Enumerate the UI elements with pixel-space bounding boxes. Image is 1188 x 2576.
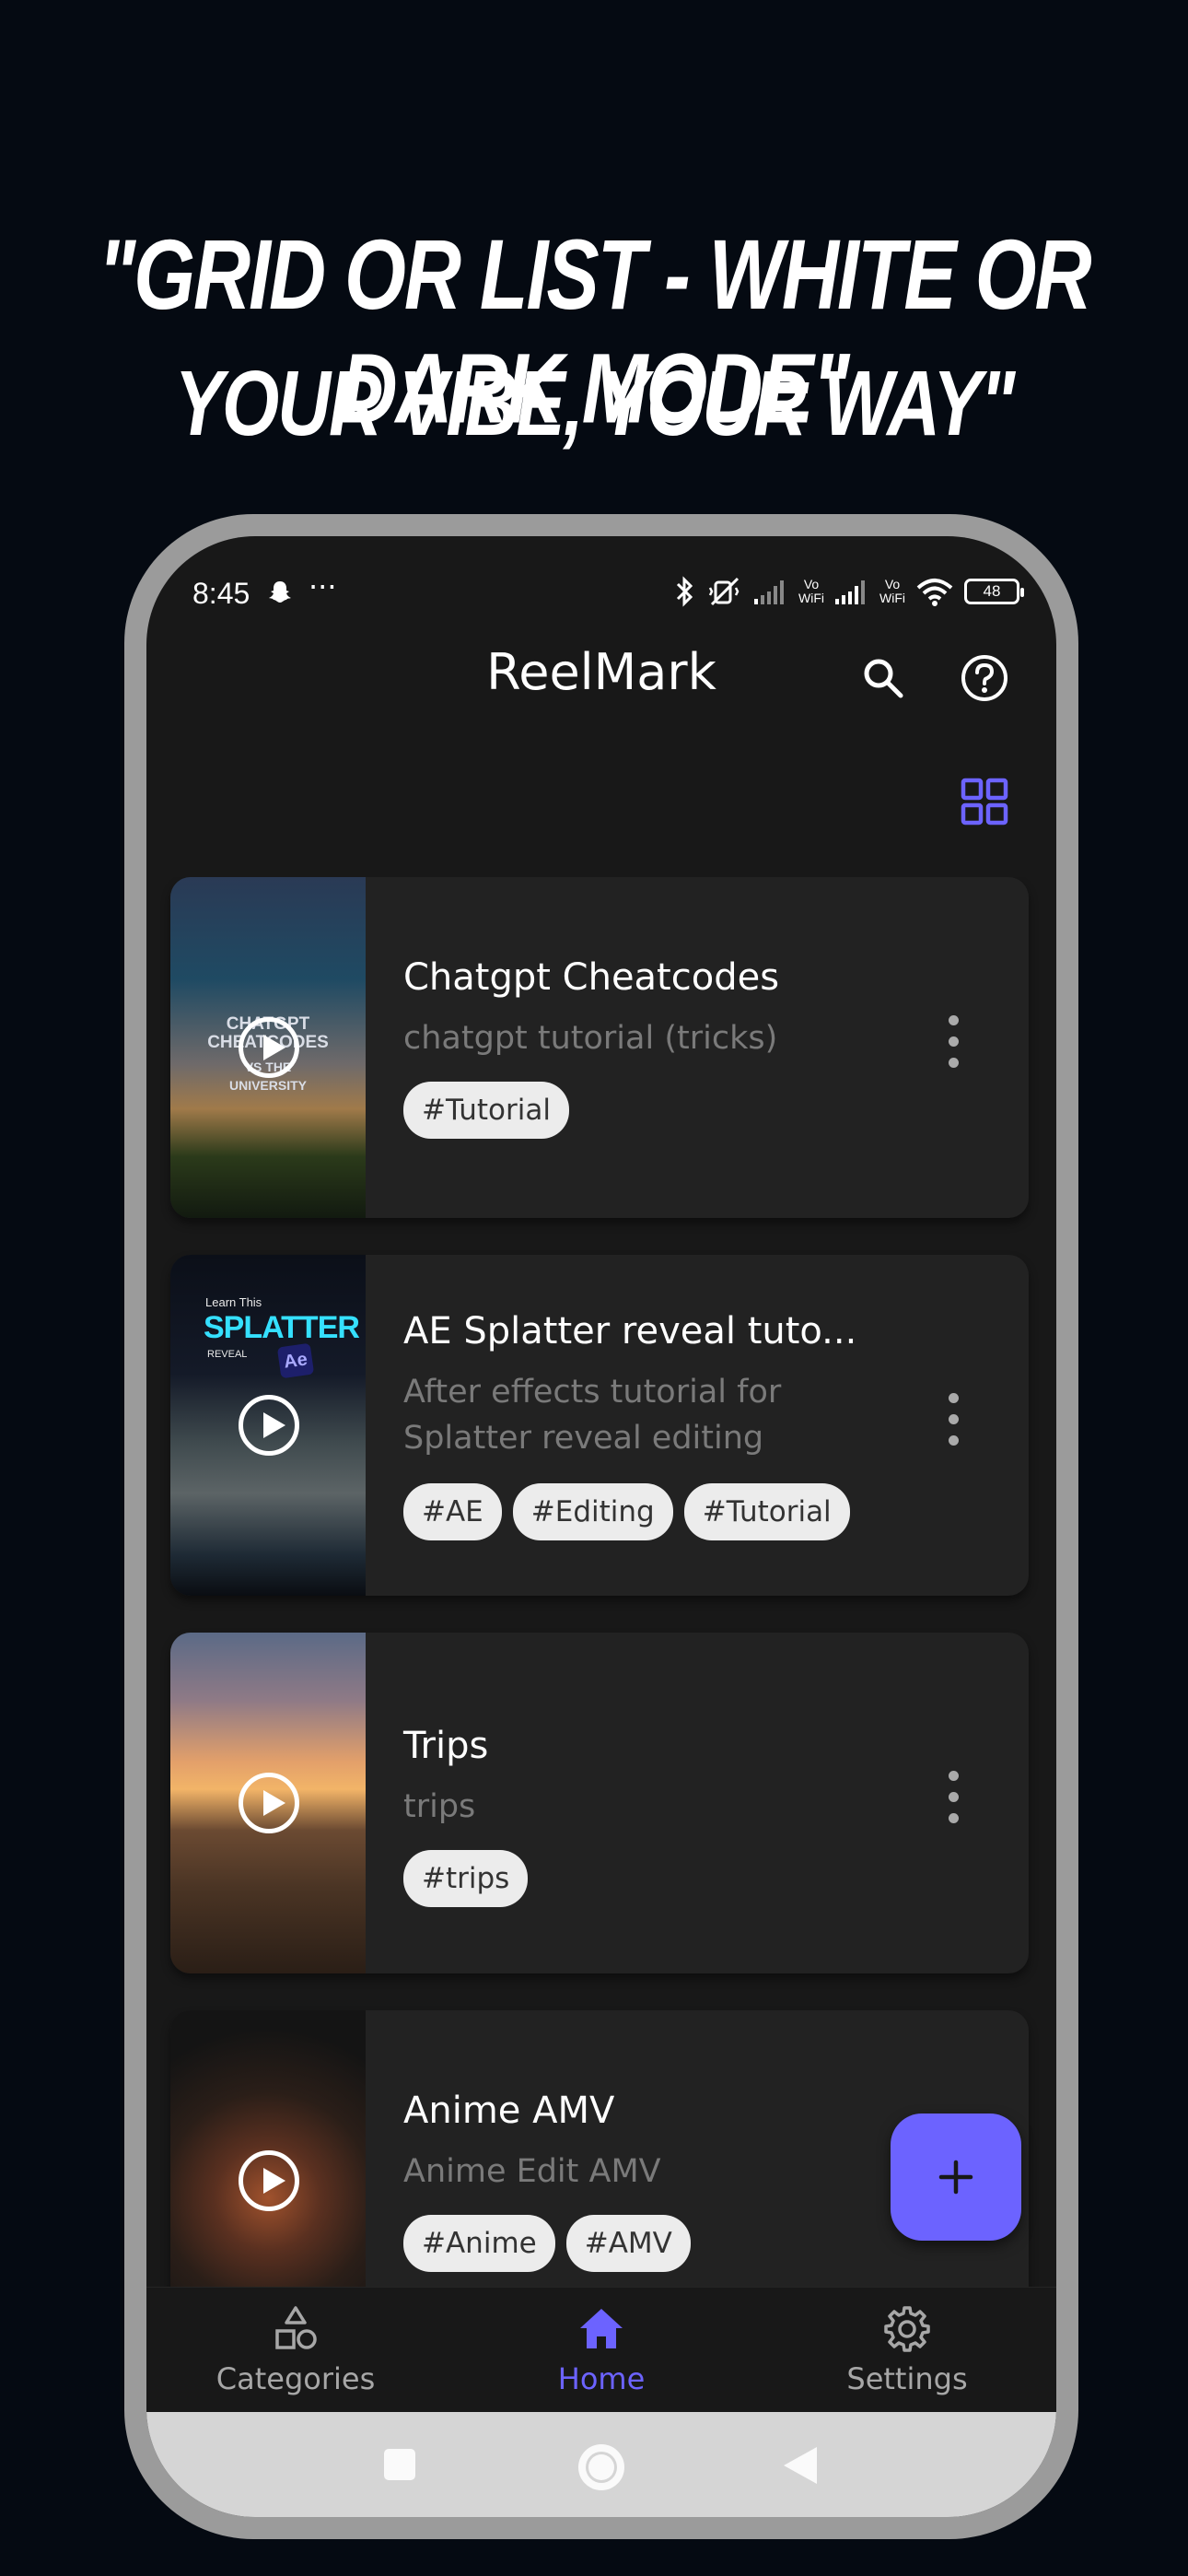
signal-icon — [754, 580, 784, 604]
reel-title: Trips — [403, 1725, 489, 1767]
more-options-icon[interactable] — [942, 1771, 964, 1835]
reel-title: Chatgpt Cheatcodes — [403, 956, 780, 999]
status-time: 8:45 — [192, 577, 250, 610]
nav-categories[interactable]: Categories — [176, 2304, 415, 2396]
promo-subheadline: Your Vibe, Your Way" — [174, 351, 1016, 454]
tag-chip[interactable]: #Anime — [403, 2215, 555, 2272]
more-options-icon[interactable] — [942, 1393, 964, 1458]
nav-settings[interactable]: Settings — [787, 2304, 1027, 2396]
play-icon[interactable] — [239, 1017, 299, 1078]
bottom-navigation: Categories Home Settings — [146, 2287, 1056, 2412]
grid-view-toggle-icon[interactable] — [961, 778, 1008, 825]
nav-label: Settings — [846, 2361, 968, 2396]
plus-icon — [938, 2160, 973, 2195]
battery-icon: 48 — [964, 579, 1024, 604]
nav-home[interactable]: Home — [482, 2304, 721, 2396]
reel-thumbnail[interactable] — [170, 1633, 366, 1973]
home-circle-icon[interactable] — [576, 2441, 627, 2493]
tag-chip[interactable]: #Tutorial — [683, 1483, 850, 1540]
thumb-text: UNIVERSITY — [228, 1078, 307, 1093]
bluetooth-icon — [676, 576, 693, 607]
play-icon[interactable] — [239, 2150, 299, 2211]
wifi-icon — [916, 579, 953, 606]
shapes-icon — [275, 2306, 317, 2349]
snapchat-icon — [269, 581, 291, 603]
nav-label: Home — [557, 2361, 646, 2396]
home-icon — [580, 2309, 623, 2348]
recents-icon[interactable] — [382, 2447, 417, 2482]
nav-label: Categories — [215, 2361, 376, 2396]
status-icons: Vo WiFi Vo WiFi 48 — [673, 575, 1024, 608]
reel-description: trips — [403, 1788, 476, 1825]
tag-chip[interactable]: #Editing — [512, 1483, 673, 1540]
more-notifications-icon: ··· — [309, 569, 337, 604]
reel-description: After effects tutorial for Splatter reve… — [403, 1374, 782, 1457]
vowifi-icon-2: Vo WiFi — [879, 577, 905, 605]
reel-list[interactable]: CHATGPT CHEATCODES VS THE UNIVERSITY Cha… — [146, 877, 1056, 2287]
help-icon — [961, 655, 1007, 701]
back-icon[interactable] — [780, 2443, 821, 2488]
tag-chip[interactable]: #AMV — [565, 2215, 691, 2272]
reel-card[interactable]: Trips trips #trips — [170, 1633, 1029, 1973]
search-button[interactable] — [856, 650, 911, 706]
reel-thumbnail[interactable]: CHATGPT CHEATCODES VS THE UNIVERSITY — [170, 877, 366, 1218]
play-icon[interactable] — [239, 1773, 299, 1833]
gear-icon — [884, 2306, 930, 2352]
phone-frame: 8:45 ··· Vo WiFi Vo WiFi 48 ReelMark CHA… — [124, 514, 1078, 2539]
help-button[interactable] — [957, 650, 1012, 706]
reel-thumbnail[interactable]: Learn This SPLATTER REVEAL Ae — [170, 1255, 366, 1596]
phone-screen: 8:45 ··· Vo WiFi Vo WiFi 48 ReelMark CHA… — [146, 536, 1056, 2517]
status-bar: 8:45 ··· Vo WiFi Vo WiFi 48 — [146, 536, 1056, 628]
tag-chip[interactable]: #trips — [403, 1850, 529, 1907]
tag-chip[interactable]: #Tutorial — [403, 1082, 569, 1139]
thumb-text: Learn This — [205, 1295, 262, 1309]
reel-title: AE Splatter reveal tuto... — [403, 1310, 857, 1352]
reel-title: Anime AMV — [403, 2090, 615, 2132]
reel-tags: #Anime #AMV — [403, 2215, 691, 2272]
reel-thumbnail[interactable] — [170, 2010, 366, 2287]
reel-tags: #Tutorial — [403, 1082, 569, 1139]
reel-tags: #AE #Editing #Tutorial — [403, 1483, 850, 1540]
reel-description: chatgpt tutorial (tricks) — [403, 1020, 778, 1057]
reel-card[interactable]: CHATGPT CHEATCODES VS THE UNIVERSITY Cha… — [170, 877, 1029, 1218]
play-icon[interactable] — [239, 1395, 299, 1456]
vibrate-off-icon — [708, 577, 740, 606]
reel-tags: #trips — [403, 1850, 529, 1907]
thumb-text: SPLATTER — [204, 1310, 360, 1345]
vowifi-icon: Vo WiFi — [798, 577, 824, 605]
reel-description: Anime Edit AMV — [403, 2153, 661, 2190]
add-reel-button[interactable] — [891, 2113, 1021, 2241]
reel-card[interactable]: Learn This SPLATTER REVEAL Ae AE Splatte… — [170, 1255, 1029, 1596]
system-navigation-bar — [146, 2412, 1056, 2517]
app-title: ReelMark — [486, 643, 716, 701]
more-options-icon[interactable] — [942, 1015, 964, 1080]
search-icon — [864, 659, 903, 698]
thumb-text: REVEAL — [207, 1349, 248, 1360]
tag-chip[interactable]: #AE — [403, 1483, 502, 1540]
signal-icon-2 — [835, 580, 865, 604]
after-effects-logo: Ae — [276, 1342, 315, 1379]
